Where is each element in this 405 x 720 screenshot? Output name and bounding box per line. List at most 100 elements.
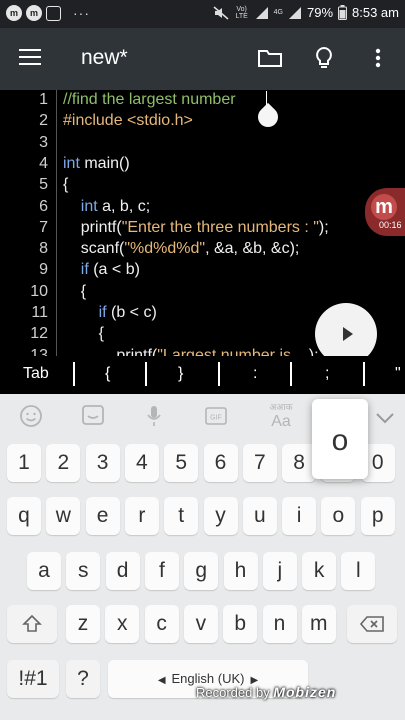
key-k[interactable]: k <box>302 552 337 590</box>
colon-key[interactable]: : <box>253 365 257 383</box>
code-token: (b < c) <box>106 304 157 321</box>
key-1[interactable]: 1 <box>7 444 41 482</box>
key-j[interactable]: j <box>262 552 297 590</box>
shift-icon <box>22 614 42 632</box>
key-z[interactable]: z <box>66 605 100 643</box>
code-line[interactable]: //find the largest number <box>63 91 236 109</box>
overflow-menu-icon[interactable] <box>363 43 393 73</box>
symbols-key[interactable]: !#1 <box>7 660 59 698</box>
key-q[interactable]: q <box>7 497 41 535</box>
battery-icon <box>338 5 348 20</box>
key-3[interactable]: 3 <box>85 444 120 482</box>
gif-icon[interactable]: GIF <box>203 404 229 428</box>
network-type: 4G <box>273 9 283 16</box>
recording-watermark: Recorded by Mobizen <box>196 684 336 700</box>
code-token: ...); <box>295 346 319 356</box>
folder-icon[interactable] <box>255 43 285 73</box>
tab-key[interactable]: Tab <box>23 365 49 383</box>
divider <box>145 362 147 386</box>
code-line[interactable]: printf("Largest number is ...); <box>63 346 319 356</box>
line-number: 3 <box>39 133 48 151</box>
key-n[interactable]: n <box>262 605 297 643</box>
code-line[interactable]: int main() <box>63 155 130 173</box>
code-line[interactable]: { <box>63 325 104 343</box>
app-bar: new* <box>0 28 405 90</box>
key-u[interactable]: u <box>242 497 277 535</box>
language-switch[interactable]: अआक Aa <box>264 400 298 431</box>
recorder-bubble[interactable]: m 00:16 <box>365 188 405 236</box>
emoji-icon[interactable] <box>18 404 44 428</box>
key-2[interactable]: 2 <box>46 444 81 482</box>
code-token: int <box>63 154 80 172</box>
language-script-label: अआक <box>269 402 293 412</box>
key-i[interactable]: i <box>282 497 317 535</box>
key-5[interactable]: 5 <box>164 444 199 482</box>
semicolon-key[interactable]: ; <box>325 365 329 383</box>
key-x[interactable]: x <box>105 605 140 643</box>
key-4[interactable]: 4 <box>124 444 159 482</box>
key-s[interactable]: s <box>66 552 101 590</box>
key-8[interactable]: 8 <box>282 444 317 482</box>
code-token: "Enter the three numbers : " <box>121 218 319 236</box>
line-number: 13 <box>30 346 48 356</box>
key-y[interactable]: y <box>203 497 238 535</box>
question-key[interactable]: ? <box>66 660 100 698</box>
code-line[interactable]: int a, b, c; <box>63 198 150 216</box>
key-v[interactable]: v <box>183 605 218 643</box>
key-f[interactable]: f <box>144 552 179 590</box>
close-brace-key[interactable]: } <box>178 365 183 383</box>
key-t[interactable]: t <box>164 497 199 535</box>
instagram-icon <box>46 5 61 21</box>
mobizen-notification-icon: m <box>26 5 42 21</box>
quote-key[interactable]: " <box>395 365 401 383</box>
sticker-icon[interactable] <box>80 404 106 428</box>
code-token: printf( <box>63 346 158 356</box>
line-number: 6 <box>39 197 48 215</box>
key-m[interactable]: m <box>301 605 336 643</box>
collapse-toolbar-icon[interactable] <box>372 406 398 430</box>
key-c[interactable]: c <box>144 605 179 643</box>
code-token: "%d%d%d" <box>124 240 206 258</box>
code-line[interactable]: { <box>63 283 86 301</box>
key-b[interactable]: b <box>223 605 258 643</box>
signal-icon <box>288 6 301 19</box>
key-w[interactable]: w <box>46 497 81 535</box>
code-line[interactable]: { <box>63 176 68 194</box>
code-token: if <box>80 261 89 279</box>
key-d[interactable]: d <box>105 552 140 590</box>
line-number: 5 <box>39 176 48 194</box>
key-o[interactable]: o <box>321 497 356 535</box>
microphone-icon[interactable] <box>141 404 167 428</box>
key-g[interactable]: g <box>184 552 219 590</box>
divider <box>290 362 292 386</box>
code-token: main() <box>79 154 130 172</box>
code-line[interactable]: printf("Enter the three numbers : "); <box>63 219 329 237</box>
code-line[interactable]: if (b < c) <box>63 304 157 322</box>
key-r[interactable]: r <box>124 497 159 535</box>
menu-icon[interactable] <box>19 49 41 69</box>
key-h[interactable]: h <box>223 552 258 590</box>
backspace-key[interactable] <box>347 605 397 643</box>
key-6[interactable]: 6 <box>203 444 238 482</box>
lightbulb-icon[interactable] <box>309 43 339 73</box>
key-p[interactable]: p <box>360 497 395 535</box>
code-token: { <box>63 282 87 300</box>
key-e[interactable]: e <box>85 497 120 535</box>
line-number: 11 <box>31 304 48 321</box>
open-brace-key[interactable]: { <box>105 365 110 383</box>
code-line[interactable]: #include <stdio.h> <box>63 112 193 130</box>
key-l[interactable]: l <box>341 552 376 590</box>
cursor-handle[interactable] <box>253 102 283 132</box>
status-bar: m m ··· Vo) LTE 4G 79% 8:53 am <box>0 0 405 28</box>
code-line[interactable]: scanf("%d%d%d", &a, &b, &c); <box>63 240 300 258</box>
key-a[interactable]: a <box>27 552 61 590</box>
code-line[interactable]: if (a < b) <box>63 261 140 279</box>
line-number: 10 <box>30 282 48 300</box>
volte-icon: Vo) LTE <box>235 5 248 20</box>
key-7[interactable]: 7 <box>242 444 277 482</box>
code-token: { <box>63 176 69 194</box>
chevron-left-icon: ◀ <box>157 675 166 686</box>
shift-key[interactable] <box>7 605 57 643</box>
